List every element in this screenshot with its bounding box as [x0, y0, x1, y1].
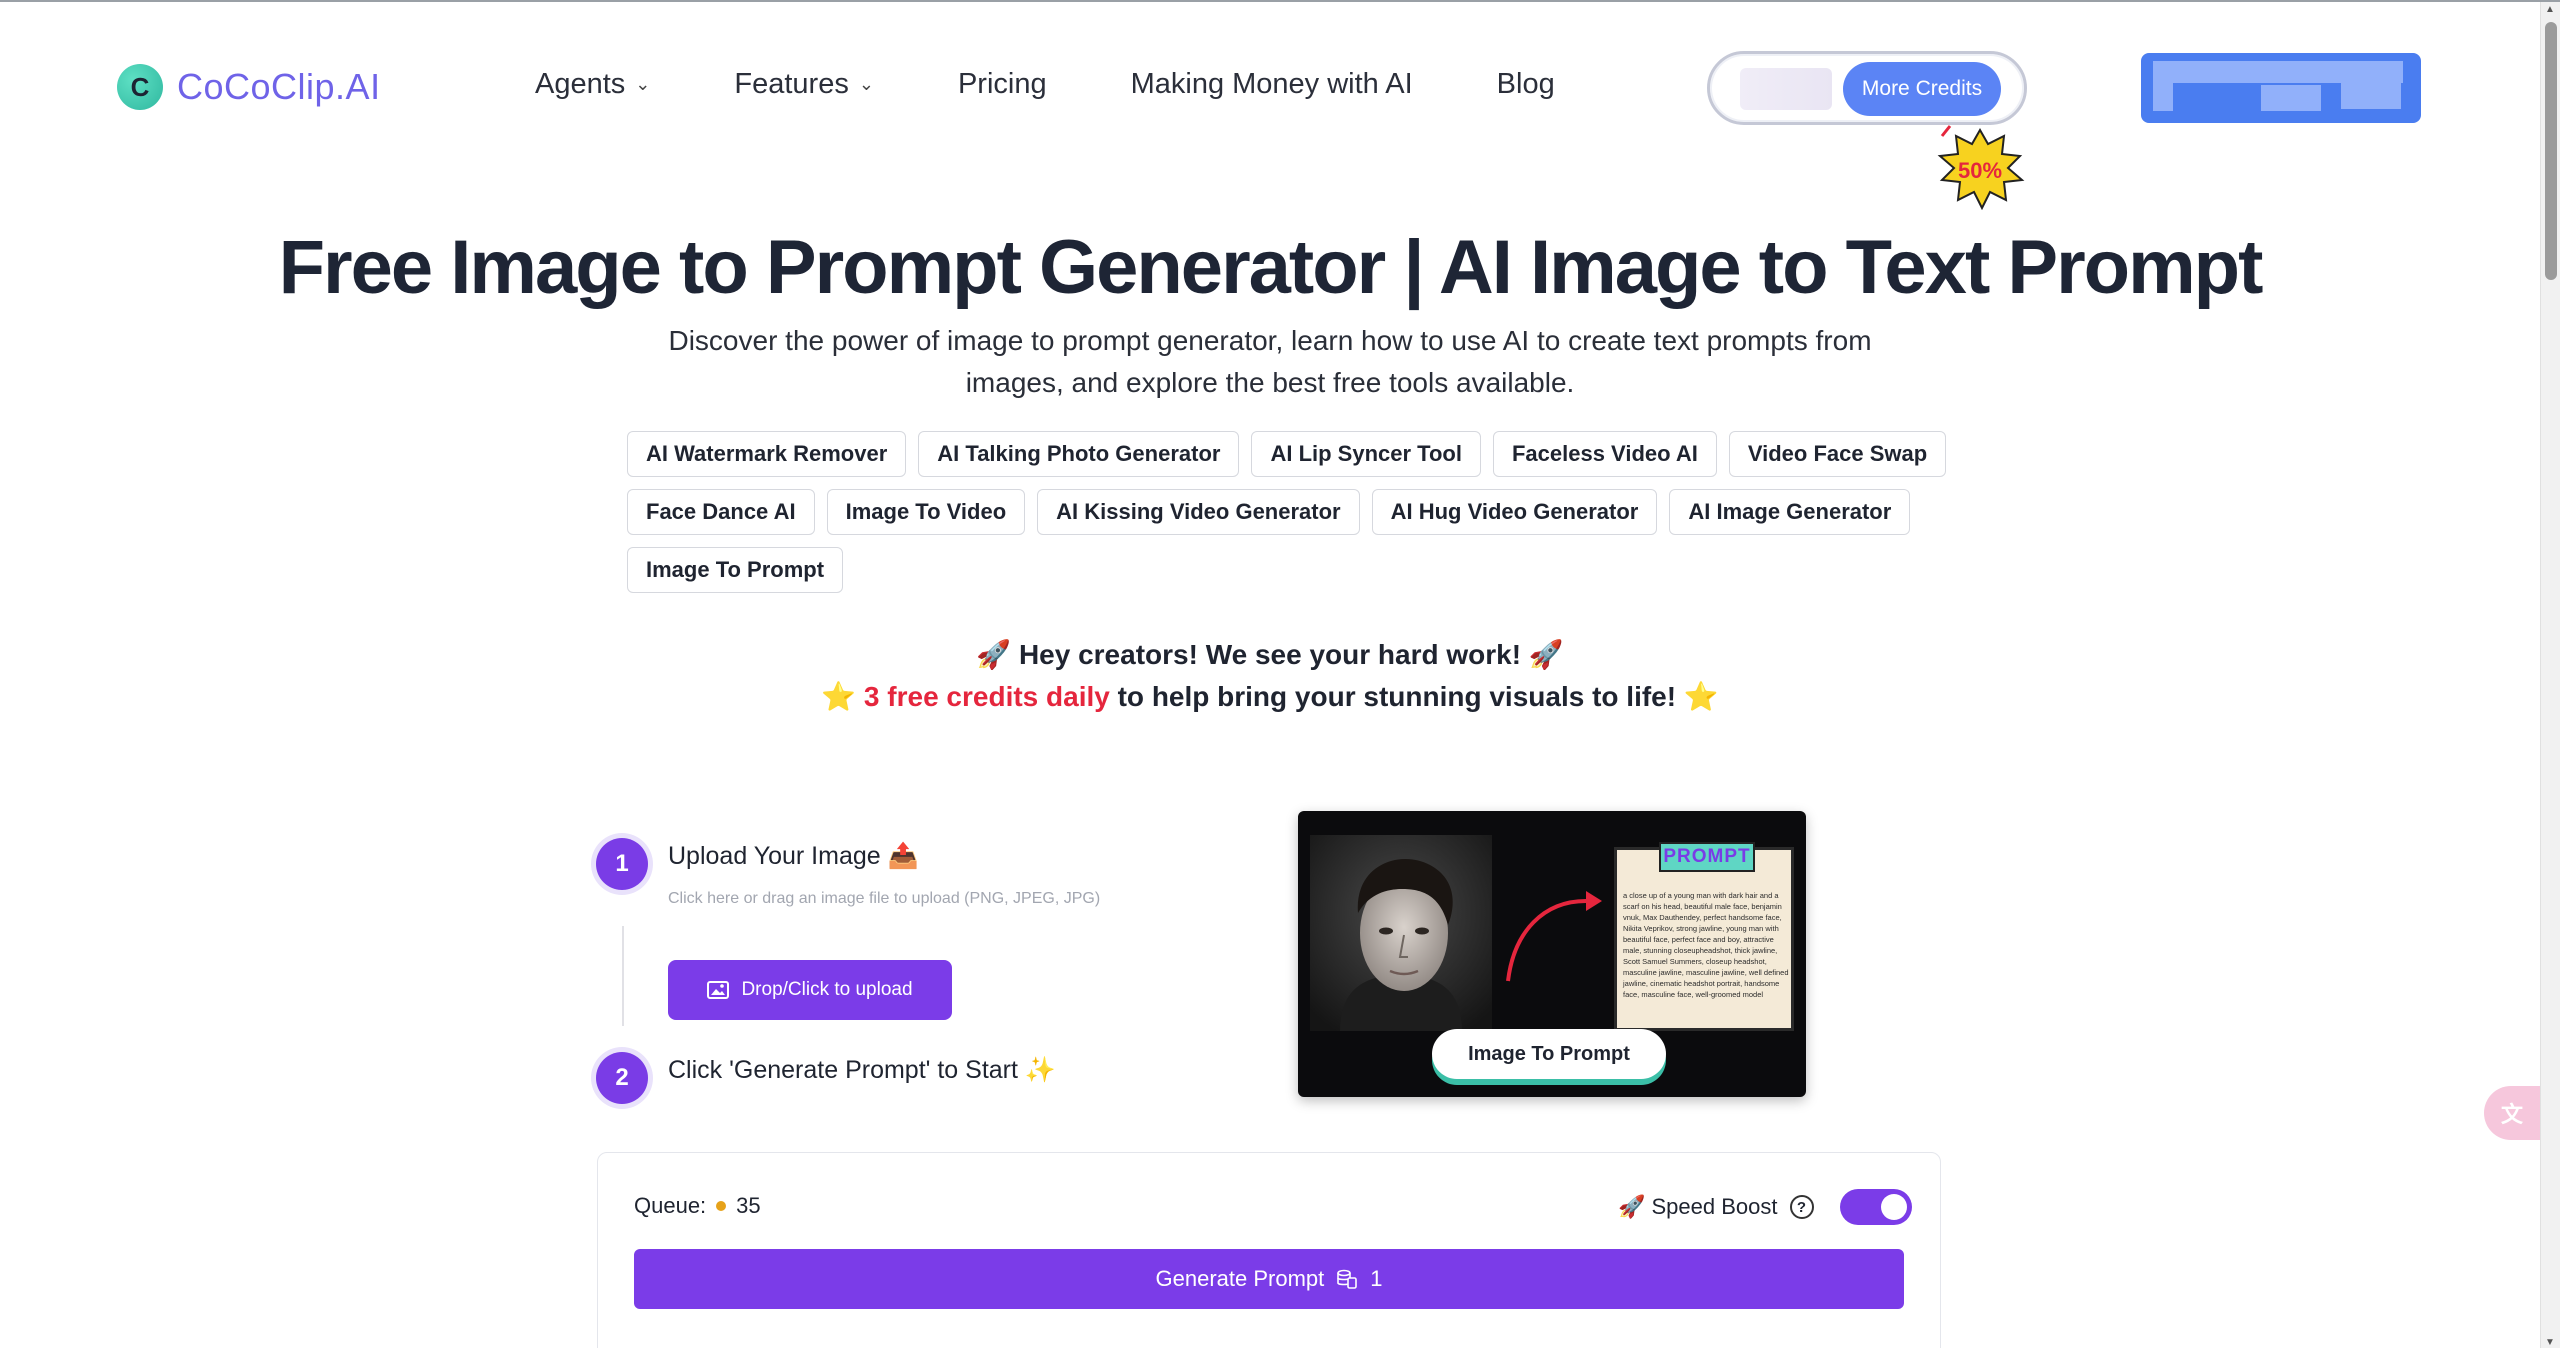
step-title: Upload Your Image 📤 [668, 842, 919, 870]
tag-row: Face Dance AI Image To Video AI Kissing … [627, 489, 1927, 535]
speed-boost-toggle[interactable] [1839, 1189, 1912, 1225]
prompt-label: PROMPT [1659, 842, 1755, 872]
page: C CoCoClip.AI Agents ⌄ Features ⌄ Pricin… [0, 0, 2560, 1348]
nav-item-features[interactable]: Features ⌄ [734, 68, 874, 101]
generate-panel: Queue: 35 🚀 Speed Boost ? Generate Promp… [597, 1152, 1941, 1348]
speed-boost: 🚀 Speed Boost ? [1618, 1189, 1912, 1225]
step-number: 2 [596, 1052, 648, 1104]
prompt-text: a close up of a young man with dark hair… [1623, 891, 1789, 999]
step-connector [622, 926, 624, 1026]
help-icon[interactable]: ? [1789, 1195, 1814, 1219]
promo-text: to help bring your stunning visuals to l… [1109, 681, 1684, 712]
tag-ai-watermark-remover[interactable]: AI Watermark Remover [627, 431, 907, 477]
flash-sale-percent: 50% [1958, 158, 2002, 183]
nav-item-label: Blog [1496, 68, 1555, 100]
page-title: Free Image to Prompt Generator | AI Imag… [278, 225, 2264, 310]
flash-sale-badge-icon[interactable]: 50% [1932, 124, 2028, 210]
queue-dot-icon [716, 1201, 727, 1211]
tag-faceless-video-ai[interactable]: Faceless Video AI [1492, 431, 1717, 477]
scroll-down-icon[interactable]: ▼ [2545, 1337, 2555, 1348]
chevron-down-icon: ⌄ [635, 74, 651, 94]
credits-widget: More Credits [1707, 51, 2027, 125]
step-title: Click 'Generate Prompt' to Start ✨ [668, 1056, 1057, 1084]
tag-row: AI Watermark Remover AI Talking Photo Ge… [627, 431, 1947, 477]
header: C CoCoClip.AI Agents ⌄ Features ⌄ Pricin… [0, 2, 2540, 210]
arrow-icon [1506, 891, 1602, 982]
tag-ai-image-generator[interactable]: AI Image Generator [1669, 489, 1911, 535]
blurred-block [2341, 83, 2401, 109]
tag-ai-kissing-video-generator[interactable]: AI Kissing Video Generator [1037, 489, 1360, 535]
queue-status: Queue: 35 [634, 1193, 761, 1219]
tag-image-to-prompt[interactable]: Image To Prompt [627, 547, 844, 593]
tag-image-to-video[interactable]: Image To Video [826, 489, 1026, 535]
blurred-block [2153, 61, 2403, 83]
star-icon: ⭐ [1683, 681, 1719, 712]
page-subtitle: Discover the power of image to prompt ge… [668, 325, 1872, 398]
nav-item-label: Agents [535, 68, 626, 100]
star-icon: ⭐ [821, 681, 857, 712]
tag-row: Image To Prompt [627, 547, 1927, 593]
scrollbar[interactable]: ▲ ▼ [2540, 2, 2560, 1348]
user-account-button[interactable] [2141, 53, 2421, 123]
tag-ai-lip-syncer-tool[interactable]: AI Lip Syncer Tool [1251, 431, 1481, 477]
queue-label: Queue: [634, 1193, 707, 1218]
upload-hint: Click here or drag an image file to uplo… [668, 890, 1101, 907]
nav-item-making-money[interactable]: Making Money with AI [1131, 68, 1413, 101]
promo-highlight: 3 free credits daily [863, 681, 1110, 712]
speed-boost-label: 🚀 Speed Boost [1618, 1194, 1778, 1219]
generate-cost: 1 [1370, 1266, 1383, 1291]
step-number: 1 [596, 838, 648, 890]
image-icon [707, 981, 730, 999]
prompt-output-card: PROMPT a close up of a young man with da… [1614, 842, 1794, 1031]
queue-count: 35 [736, 1193, 761, 1218]
scroll-up-icon[interactable]: ▲ [2545, 4, 2555, 15]
blurred-block [2153, 83, 2173, 111]
nav-item-agents[interactable]: Agents ⌄ [535, 68, 650, 101]
blurred-block [2261, 85, 2321, 111]
scroll-thumb[interactable] [2545, 22, 2557, 280]
tool-tags: AI Watermark Remover AI Talking Photo Ge… [627, 431, 1947, 605]
more-credits-button[interactable]: More Credits [1843, 62, 2001, 116]
tag-video-face-swap[interactable]: Video Face Swap [1728, 431, 1947, 477]
logo-text: CoCoClip.AI [177, 66, 381, 107]
upload-button-label: Drop/Click to upload [741, 979, 913, 1000]
logo[interactable]: C CoCoClip.AI [117, 64, 381, 110]
nav-item-blog[interactable]: Blog [1497, 68, 1555, 101]
generate-button-label: Generate Prompt [1155, 1266, 1325, 1291]
nav-item-label: Making Money with AI [1130, 68, 1413, 100]
upload-button[interactable]: Drop/Click to upload [668, 960, 952, 1020]
promo-line-1: 🚀 Hey creators! We see your hard work! 🚀 [976, 639, 1564, 670]
chevron-down-icon: ⌄ [858, 74, 874, 94]
toggle-knob [1880, 1194, 1907, 1220]
tag-face-dance-ai[interactable]: Face Dance AI [627, 489, 815, 535]
example-portrait-image [1310, 835, 1492, 1031]
tag-ai-talking-photo-generator[interactable]: AI Talking Photo Generator [918, 431, 1240, 477]
example-preview: PROMPT a close up of a young man with da… [1298, 811, 1806, 1097]
logo-icon: C [117, 64, 163, 110]
nav-item-pricing[interactable]: Pricing [958, 68, 1047, 101]
credits-balance-blurred [1740, 68, 1832, 110]
tag-ai-hug-video-generator[interactable]: AI Hug Video Generator [1371, 489, 1658, 535]
image-to-prompt-button[interactable]: Image To Prompt [1432, 1029, 1666, 1079]
main-nav: Agents ⌄ Features ⌄ Pricing Making Money… [535, 68, 1639, 101]
nav-item-label: Features [734, 68, 849, 100]
upload-steps: 1 Upload Your Image 📤 Click here or drag… [596, 838, 1156, 1118]
promo-line-2: ⭐ 3 free credits daily to help bring you… [0, 680, 2540, 713]
nav-item-label: Pricing [957, 68, 1047, 100]
translate-icon[interactable]: 文 [2484, 1086, 2540, 1140]
coin-stack-icon [1337, 1269, 1358, 1289]
generate-prompt-button[interactable]: Generate Prompt 1 [634, 1249, 1904, 1309]
